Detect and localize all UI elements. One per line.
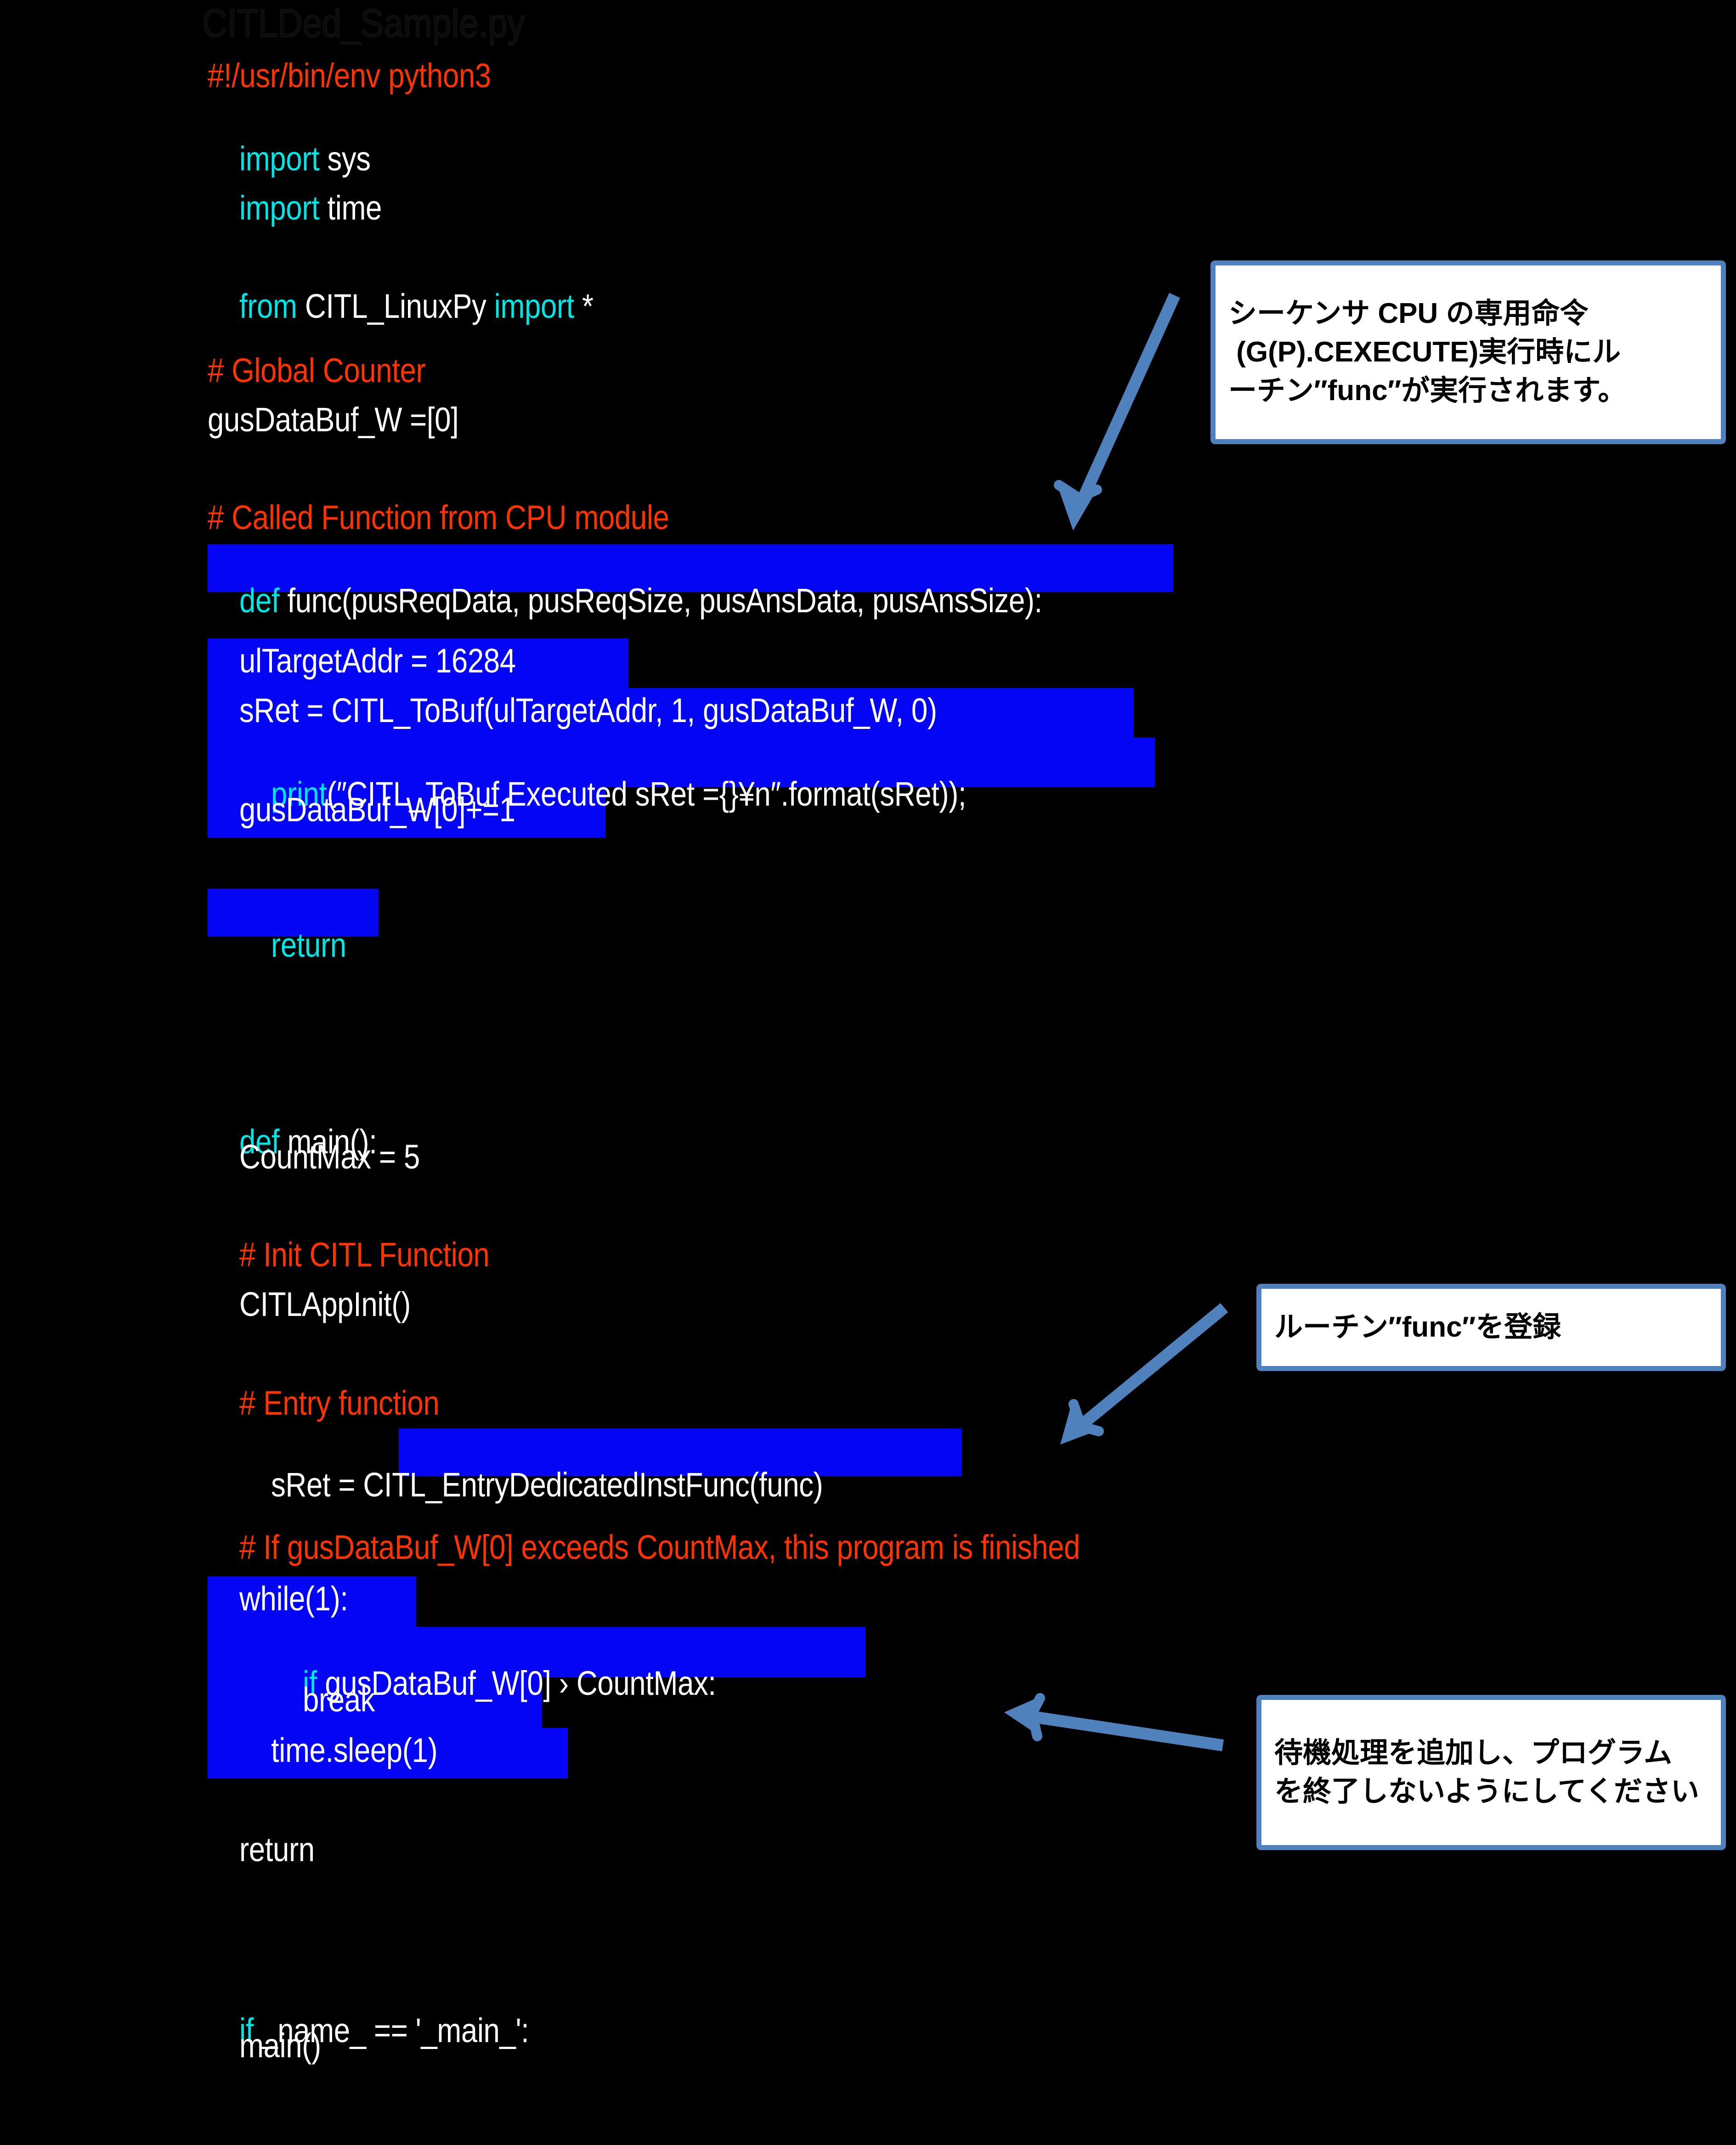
callout-line-1: 待機処理を追加し、プログラム <box>1274 1737 1673 1769</box>
arrow-to-entry-func <box>1060 1303 1228 1445</box>
callout-line-1: ルーチン″func″を登録 <box>1274 1311 1561 1343</box>
callout-line-2: を終了しないようにしてください <box>1274 1776 1700 1807</box>
callout-line-1: シーケンサ CPU の専用命令 <box>1228 298 1589 329</box>
callout-wait-process: 待機処理を追加し、プログラム を終了しないようにしてください <box>1256 1695 1726 1850</box>
callout-cexecute: シーケンサ CPU の専用命令 (G(P).CEXECUTE)実行時にル ーチン… <box>1210 260 1726 444</box>
callout-line-2: (G(P).CEXECUTE)実行時にル <box>1228 336 1621 368</box>
arrow-to-def-func <box>1054 293 1180 531</box>
callout-line-3: ーチン″func″が実行されます。 <box>1228 375 1627 406</box>
callout-register-func: ルーチン″func″を登録 <box>1256 1284 1726 1371</box>
arrow-to-while-loop <box>1004 1693 1224 1751</box>
